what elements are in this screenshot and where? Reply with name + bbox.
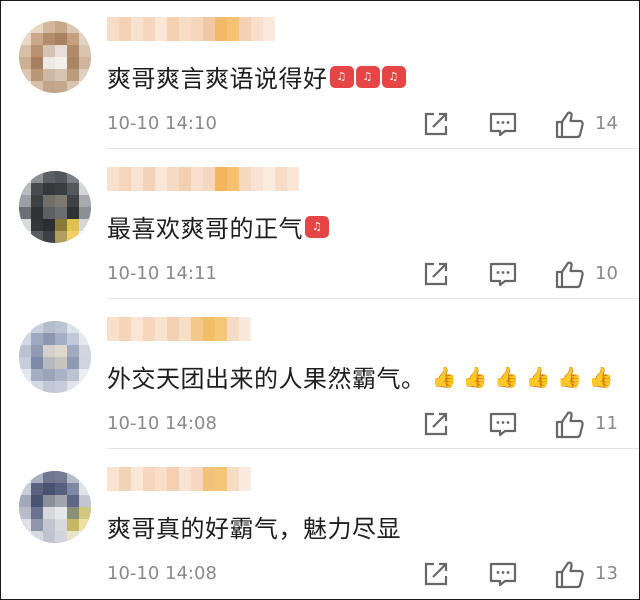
like-count: 13 bbox=[595, 563, 618, 584]
comment-time: 10-10 14:08 bbox=[107, 563, 217, 584]
thumbs-up-emoji: 👍 bbox=[588, 364, 614, 389]
comment-text-content: 最喜欢爽哥的正气 bbox=[107, 215, 303, 243]
like-count: 14 bbox=[595, 113, 618, 134]
share-icon[interactable] bbox=[421, 109, 451, 143]
avatar[interactable] bbox=[19, 171, 91, 243]
share-icon[interactable] bbox=[421, 259, 451, 293]
comment-icon[interactable] bbox=[488, 559, 518, 593]
comment-item: 爽哥真的好霸气，魅力尽显 10-10 14:08 13 bbox=[1, 451, 639, 599]
avatar[interactable] bbox=[19, 321, 91, 393]
like-count: 11 bbox=[595, 413, 618, 434]
comment-text-content: 爽哥真的好霸气，魅力尽显 bbox=[107, 515, 401, 543]
emoji-badge: ♫ bbox=[305, 215, 329, 238]
thumbs-up-emoji: 👍 bbox=[525, 364, 552, 389]
avatar[interactable] bbox=[19, 21, 91, 93]
emoji-badge: ♫ bbox=[381, 65, 406, 88]
comment-item: 外交天团出来的人果然霸气。 👍 👍 👍 👍 👍 👍 10-10 14:08 11 bbox=[1, 301, 639, 449]
comment-item: 最喜欢爽哥的正气 ♫ 10-10 14:11 10 bbox=[1, 151, 639, 299]
username-blurred[interactable] bbox=[107, 17, 275, 41]
comment-time: 10-10 14:08 bbox=[107, 413, 217, 434]
thumbs-up-emoji: 👍 bbox=[431, 364, 457, 389]
share-icon[interactable] bbox=[421, 559, 451, 593]
comment-text: 外交天团出来的人果然霸气。 👍 👍 👍 👍 👍 👍 bbox=[107, 359, 614, 394]
username-blurred[interactable] bbox=[107, 317, 251, 341]
comment-text-content: 爽哥爽言爽语说得好 bbox=[107, 65, 328, 93]
comment-list: 爽哥爽言爽语说得好 ♫ ♫ ♫ 10-10 14:10 14 最喜欢爽哥的正气 … bbox=[0, 0, 640, 600]
thumbs-up-emoji: 👍 bbox=[557, 364, 583, 389]
comment-icon[interactable] bbox=[488, 409, 518, 443]
thumbs-up-emoji: 👍 bbox=[462, 364, 489, 389]
username-blurred[interactable] bbox=[107, 167, 299, 191]
comment-text: 最喜欢爽哥的正气 ♫ bbox=[107, 209, 329, 244]
divider bbox=[107, 148, 639, 149]
thumbs-up-icon[interactable] bbox=[554, 259, 586, 295]
like-count: 10 bbox=[595, 263, 618, 284]
comment-text: 爽哥爽言爽语说得好 ♫ ♫ ♫ bbox=[107, 59, 406, 94]
thumbs-up-icon[interactable] bbox=[554, 109, 586, 145]
thumbs-up-icon[interactable] bbox=[554, 559, 586, 595]
comment-text: 爽哥真的好霸气，魅力尽显 bbox=[107, 509, 401, 544]
comment-text-content: 外交天团出来的人果然霸气。 bbox=[107, 365, 426, 393]
thumbs-up-emoji: 👍 bbox=[494, 364, 520, 389]
emoji-badge: ♫ bbox=[329, 65, 354, 88]
avatar[interactable] bbox=[19, 471, 91, 543]
share-icon[interactable] bbox=[421, 409, 451, 443]
divider bbox=[107, 298, 639, 299]
emoji-badge: ♫ bbox=[355, 65, 380, 88]
comment-item: 爽哥爽言爽语说得好 ♫ ♫ ♫ 10-10 14:10 14 bbox=[1, 1, 639, 149]
comment-icon[interactable] bbox=[488, 259, 518, 293]
comment-time: 10-10 14:11 bbox=[107, 263, 217, 284]
comment-time: 10-10 14:10 bbox=[107, 113, 217, 134]
divider bbox=[107, 448, 639, 449]
thumbs-up-icon[interactable] bbox=[554, 409, 586, 445]
comment-icon[interactable] bbox=[488, 109, 518, 143]
username-blurred[interactable] bbox=[107, 467, 251, 491]
